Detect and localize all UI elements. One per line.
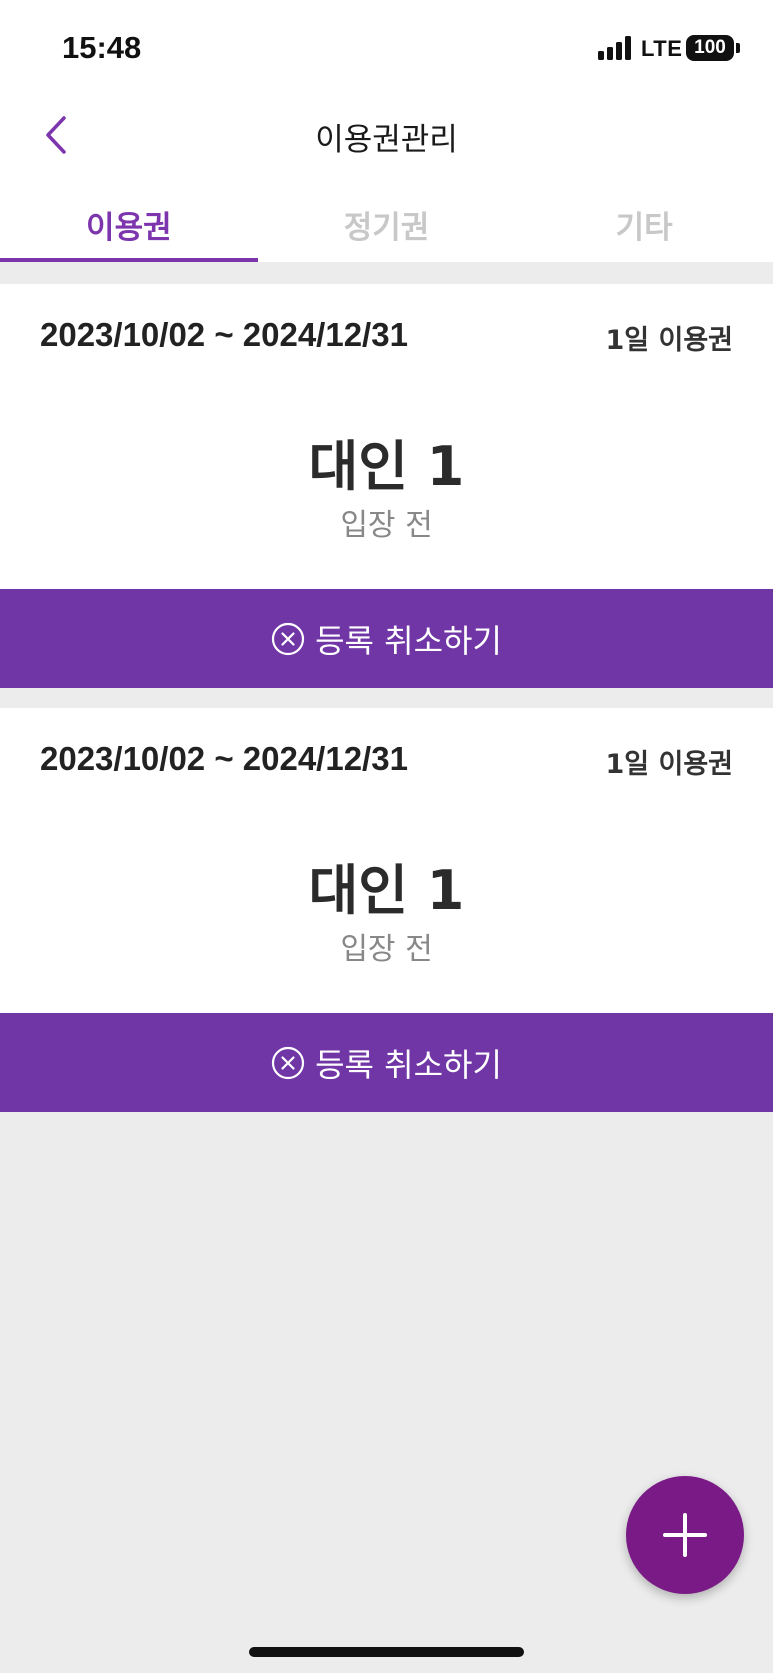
page-title: 이용권관리 [315,122,458,158]
app-header: 이용권관리 [0,92,773,180]
signal-icon [598,36,634,60]
ticket-card: 2023/10/02 ~ 2024/12/31 1일 이용권 대인 1 입장 전… [0,708,773,1112]
ticket-person: 대인 1 [308,859,465,922]
ticket-dates: 2023/10/02 ~ 2024/12/31 [40,740,408,777]
ticket-card: 2023/10/02 ~ 2024/12/31 1일 이용권 대인 1 입장 전… [0,284,773,688]
tab-bar: 이용권 정기권 기타 [0,180,773,262]
ticket-type: 1일 이용권 [605,749,733,780]
ticket-status: 입장 전 [340,508,433,543]
cancel-registration-button[interactable]: 등록 취소하기 [0,1013,773,1112]
plus-icon [663,1513,707,1557]
home-indicator[interactable] [249,1647,524,1657]
ticket-type: 1일 이용권 [605,325,733,356]
circle-x-icon [271,1046,305,1079]
status-bar: 15:48 LTE 100 [0,0,773,92]
cancel-registration-label: 등록 취소하기 [315,621,502,660]
network-type: LTE [641,36,683,61]
ticket-status: 입장 전 [340,932,433,967]
ticket-person: 대인 1 [308,435,465,498]
add-ticket-button[interactable] [626,1476,744,1594]
battery-icon: 100 [686,35,734,61]
circle-x-icon [271,622,305,655]
cancel-registration-button[interactable]: 등록 취소하기 [0,589,773,688]
ticket-dates: 2023/10/02 ~ 2024/12/31 [40,316,408,353]
ticket-management-screen: 15:48 LTE 100 이용권관리 이용권 정기권 기타 2023/10/0… [0,0,773,1673]
tab-other[interactable]: 기타 [515,180,773,262]
cancel-registration-label: 등록 취소하기 [315,1045,502,1084]
battery-tip [736,43,740,53]
status-time: 15:48 [62,30,142,65]
tab-tickets[interactable]: 이용권 [0,180,258,262]
tab-season-pass[interactable]: 정기권 [258,180,516,262]
